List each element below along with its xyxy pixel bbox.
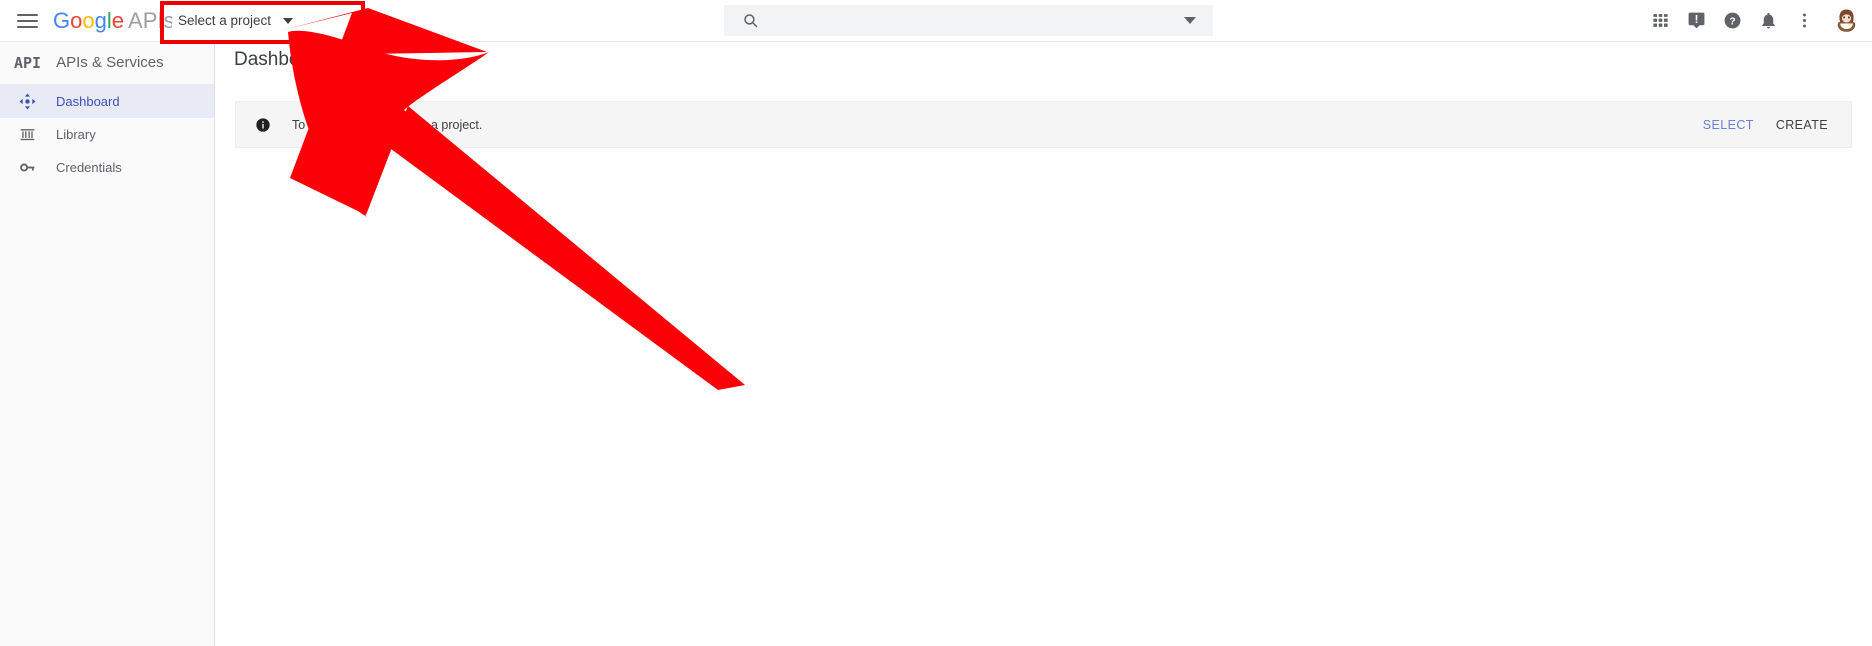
hamburger-menu-icon[interactable]: [17, 10, 39, 32]
svg-text:?: ?: [1729, 16, 1735, 27]
notifications-bell-icon[interactable]: [1755, 8, 1781, 34]
chevron-down-icon: [283, 17, 294, 24]
library-icon: [17, 125, 37, 145]
top-header-bar: Go o g l e APIs Select a project ?: [0, 0, 1872, 44]
select-button[interactable]: SELECT: [1703, 118, 1754, 132]
sidebar-item-library[interactable]: Library: [0, 118, 214, 151]
header-action-icons: ?: [1647, 0, 1860, 41]
main-content-area: Dashboard To view this page, select a pr…: [215, 41, 1872, 646]
search-dropdown-chevron-icon[interactable]: [1184, 17, 1196, 24]
apps-grid-icon[interactable]: [1647, 8, 1673, 34]
sidebar-item-label-library: Library: [56, 127, 96, 142]
select-a-project-button[interactable]: Select a project: [172, 8, 302, 33]
feedback-icon[interactable]: [1683, 8, 1709, 34]
sidebar-header: API APIs & Services: [0, 41, 214, 85]
sidebar-item-label-credentials: Credentials: [56, 160, 122, 175]
logo-letter-g: G: [53, 7, 71, 33]
logo-letter-o1: o: [70, 7, 83, 33]
api-logo-text: API: [14, 53, 42, 72]
search-icon: [742, 12, 759, 29]
page-title: Dashboard: [234, 49, 327, 70]
search-input[interactable]: [773, 12, 1184, 29]
sidebar-item-label-dashboard: Dashboard: [56, 94, 120, 109]
left-sidebar: API APIs & Services Dashboard Library Cr…: [0, 41, 215, 646]
user-avatar[interactable]: [1833, 7, 1860, 34]
google-apis-dashboard-page: Go o g l e APIs Select a project ? API A…: [0, 0, 1872, 646]
banner-message: To view this page, select a project.: [292, 117, 483, 132]
search-bar[interactable]: [724, 5, 1213, 36]
select-a-project-label: Select a project: [178, 13, 272, 28]
sidebar-item-dashboard[interactable]: Dashboard: [0, 85, 214, 118]
key-icon: [17, 158, 37, 178]
logo-letter-g2: g: [94, 7, 107, 33]
sidebar-title: APIs & Services: [56, 54, 164, 71]
google-apis-logo: Go o g l e APIs: [53, 8, 174, 34]
logo-apis-text: APIs: [128, 7, 175, 33]
create-button[interactable]: CREATE: [1776, 118, 1828, 132]
help-icon[interactable]: ?: [1719, 8, 1745, 34]
select-project-banner: To view this page, select a project. SEL…: [235, 101, 1852, 148]
info-icon: [255, 117, 271, 133]
sidebar-item-credentials[interactable]: Credentials: [0, 151, 214, 184]
banner-actions: SELECT CREATE: [1703, 118, 1828, 132]
dashboard-icon: [17, 92, 37, 112]
more-options-icon[interactable]: [1791, 8, 1817, 34]
logo-letter-o2: o: [82, 7, 95, 33]
logo-letter-e: e: [111, 7, 125, 33]
